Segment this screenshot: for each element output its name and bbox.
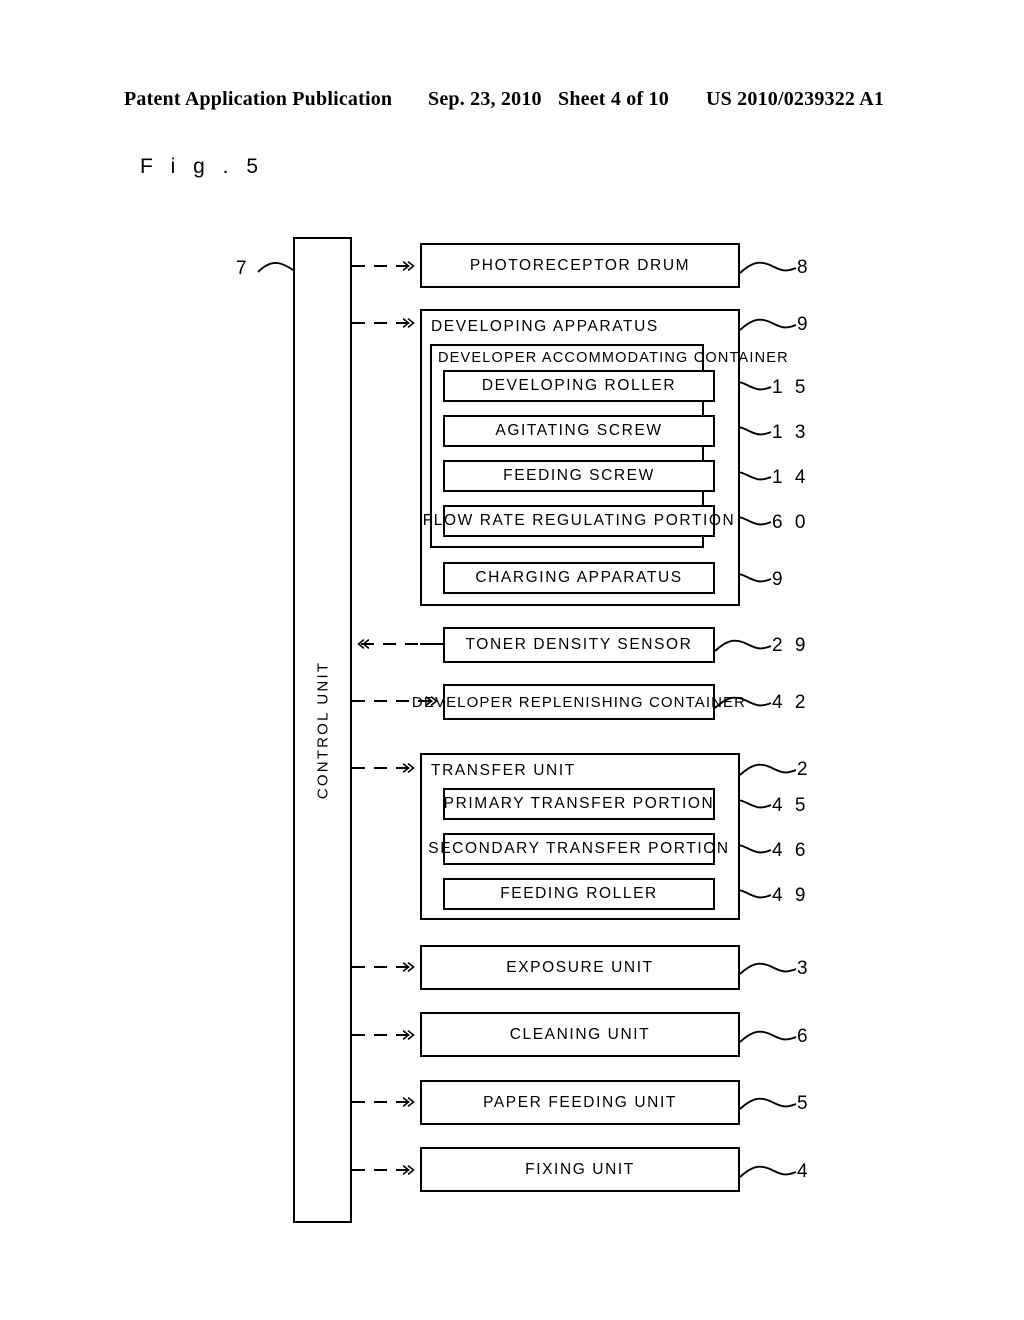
ref-numeral-4: 4 (797, 1161, 812, 1182)
block-primary-transfer-portion: PRIMARY TRANSFER PORTION (443, 788, 715, 820)
leader-line-8 (739, 261, 797, 274)
ref-numeral-15: 1 5 (772, 377, 809, 398)
leader-line-3 (739, 962, 797, 975)
block-label: FEEDING ROLLER (500, 885, 658, 902)
block-label: SECONDARY TRANSFER PORTION (428, 840, 730, 857)
ref-numeral-7: 7 (236, 258, 251, 279)
ref-numeral-49: 4 9 (772, 885, 809, 906)
figure-5-block-diagram: CONTROL UNIT 7 PHOTORECEPTOR DRUM 8 DEVE… (0, 0, 1024, 1320)
block-label: CHARGING APPARATUS (475, 569, 683, 586)
ref-numeral-5: 5 (797, 1093, 812, 1114)
ref-numeral-13: 1 3 (772, 422, 809, 443)
block-label: DEVELOPER ACCOMMODATING CONTAINER (438, 350, 789, 366)
block-label: EXPOSURE UNIT (506, 958, 654, 976)
ref-numeral-29: 2 9 (772, 635, 809, 656)
control-unit-label: CONTROL UNIT (314, 660, 331, 800)
block-label: CLEANING UNIT (509, 1025, 651, 1043)
ref-numeral-46: 4 6 (772, 840, 809, 861)
block-label: FEEDING SCREW (503, 467, 655, 484)
block-exposure-unit: EXPOSURE UNIT (420, 945, 740, 990)
leader-line-29 (714, 639, 772, 652)
block-agitating-screw: AGITATING SCREW (443, 415, 715, 447)
block-charging-apparatus: CHARGING APPARATUS (443, 562, 715, 594)
block-cleaning-unit: CLEANING UNIT (420, 1012, 740, 1057)
block-fixing-unit: FIXING UNIT (420, 1147, 740, 1192)
ref-numeral-42: 4 2 (772, 692, 809, 713)
block-toner-density-sensor: TONER DENSITY SENSOR (443, 627, 715, 663)
block-feeding-screw: FEEDING SCREW (443, 460, 715, 492)
block-label: DEVELOPING ROLLER (481, 377, 677, 394)
leader-line-2 (739, 763, 797, 776)
block-label: FIXING UNIT (525, 1160, 635, 1178)
block-flow-rate-regulating-portion: FLOW RATE REGULATING PORTION (422, 505, 736, 537)
leader-line-5 (739, 1097, 797, 1110)
ref-numeral-2: 2 (797, 759, 812, 780)
ref-numeral-9b: 9 (772, 569, 787, 590)
block-feeding-roller: FEEDING ROLLER (443, 878, 715, 910)
block-label: PHOTORECEPTOR DRUM (469, 256, 691, 274)
block-label: AGITATING SCREW (495, 422, 663, 439)
ref-numeral-14: 1 4 (772, 467, 809, 488)
block-developer-replenishing-container: DEVELOPER REPLENISHING CONTAINER (411, 684, 747, 720)
block-label: PAPER FEEDING UNIT (483, 1093, 677, 1111)
leader-line-4 (739, 1165, 797, 1178)
block-paper-feeding-unit: PAPER FEEDING UNIT (420, 1080, 740, 1125)
ref-numeral-6: 6 (797, 1026, 812, 1047)
block-developing-roller: DEVELOPING ROLLER (443, 370, 715, 402)
ref-numeral-45: 4 5 (772, 795, 809, 816)
block-label: FLOW RATE REGULATING PORTION (422, 512, 736, 529)
ref-numeral-8: 8 (797, 257, 812, 278)
leader-line-9 (739, 318, 797, 331)
ref-numeral-60: 6 0 (772, 512, 809, 533)
block-label: TRANSFER UNIT (431, 762, 576, 779)
block-label: DEVELOPING APPARATUS (431, 318, 659, 335)
control-unit-block: CONTROL UNIT (293, 237, 352, 1223)
leader-line-6 (739, 1030, 797, 1043)
block-label: TONER DENSITY SENSOR (465, 636, 693, 653)
ref-numeral-3: 3 (797, 958, 812, 979)
block-label: DEVELOPER REPLENISHING CONTAINER (411, 693, 747, 711)
block-photoreceptor-drum: PHOTORECEPTOR DRUM (420, 243, 740, 288)
block-label: PRIMARY TRANSFER PORTION (443, 795, 715, 812)
block-secondary-transfer-portion: SECONDARY TRANSFER PORTION (428, 833, 730, 865)
ref-numeral-9: 9 (797, 314, 812, 335)
